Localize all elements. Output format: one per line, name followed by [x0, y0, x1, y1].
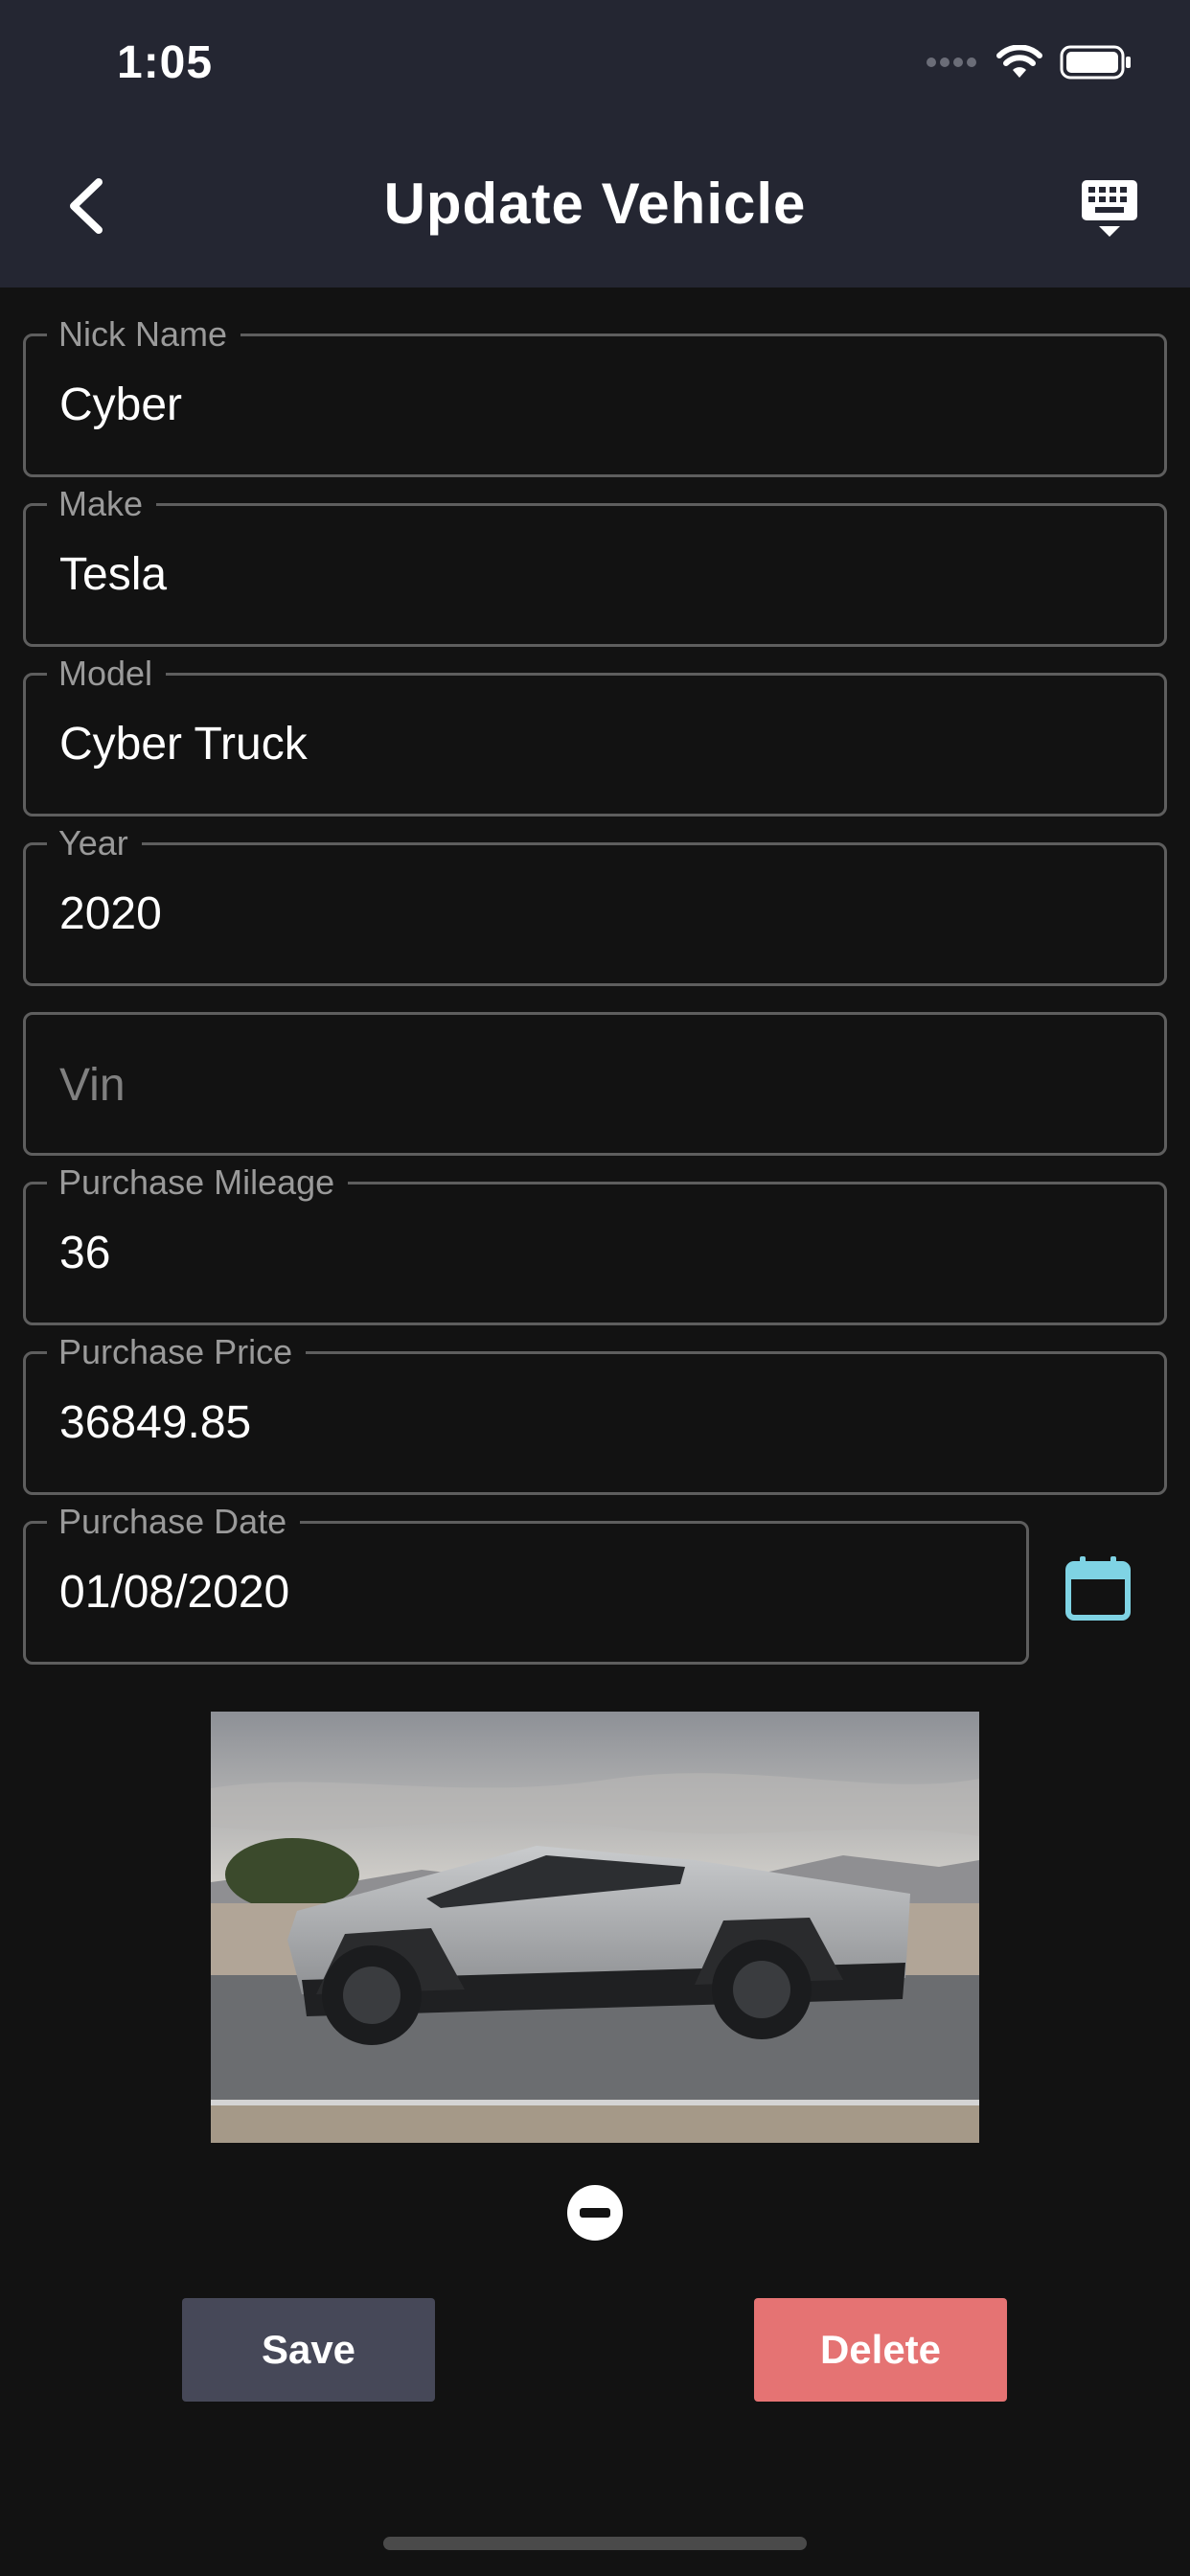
delete-button[interactable]: Delete: [754, 2298, 1007, 2402]
purchase-price-field[interactable]: Purchase Price 36849.85: [23, 1333, 1167, 1495]
nick-name-field[interactable]: Nick Name Cyber: [23, 315, 1167, 477]
page-title: Update Vehicle: [383, 172, 807, 236]
purchase-price-label: Purchase Price: [47, 1333, 307, 1371]
make-field[interactable]: Make Tesla: [23, 485, 1167, 647]
save-button[interactable]: Save: [182, 2298, 435, 2402]
purchase-mileage-field[interactable]: Purchase Mileage 36: [23, 1163, 1167, 1325]
status-icons: [926, 43, 1133, 84]
purchase-date-value: 01/08/2020: [59, 1567, 290, 1618]
model-field[interactable]: Model Cyber Truck: [23, 655, 1167, 816]
status-time: 1:05: [117, 37, 214, 88]
purchase-price-value: 36849.85: [59, 1397, 252, 1448]
home-indicator[interactable]: [383, 2537, 807, 2550]
keyboard-hide-icon: [1082, 180, 1137, 237]
vin-field[interactable]: Vin: [23, 1012, 1167, 1156]
app-bar: 1:05 Update Vehicle: [0, 0, 1190, 288]
remove-photo-button[interactable]: [566, 2184, 624, 2242]
calendar-button[interactable]: [1064, 1554, 1133, 1623]
nick-name-value: Cyber: [59, 380, 183, 430]
model-value: Cyber Truck: [59, 719, 308, 770]
make-label: Make: [47, 485, 157, 523]
signal-icon: [926, 56, 979, 73]
purchase-date-field[interactable]: Purchase Date 01/08/2020: [23, 1503, 1029, 1665]
purchase-mileage-value: 36: [59, 1228, 111, 1278]
make-value: Tesla: [59, 549, 168, 600]
battery-icon: [1060, 45, 1133, 84]
purchase-mileage-label: Purchase Mileage: [47, 1163, 349, 1202]
model-label: Model: [47, 655, 167, 693]
vin-placeholder: Vin: [59, 1060, 126, 1111]
keyboard-hide-button[interactable]: [1071, 174, 1148, 242]
wifi-icon: [996, 43, 1042, 84]
year-field[interactable]: Year 2020: [23, 824, 1167, 986]
nick-name-label: Nick Name: [47, 315, 241, 354]
year-value: 2020: [59, 888, 162, 939]
purchase-date-label: Purchase Date: [47, 1503, 301, 1541]
vehicle-photo: [211, 1712, 979, 2143]
year-label: Year: [47, 824, 142, 862]
calendar-icon: [1065, 1556, 1131, 1621]
remove-circle-icon: [567, 2185, 623, 2241]
